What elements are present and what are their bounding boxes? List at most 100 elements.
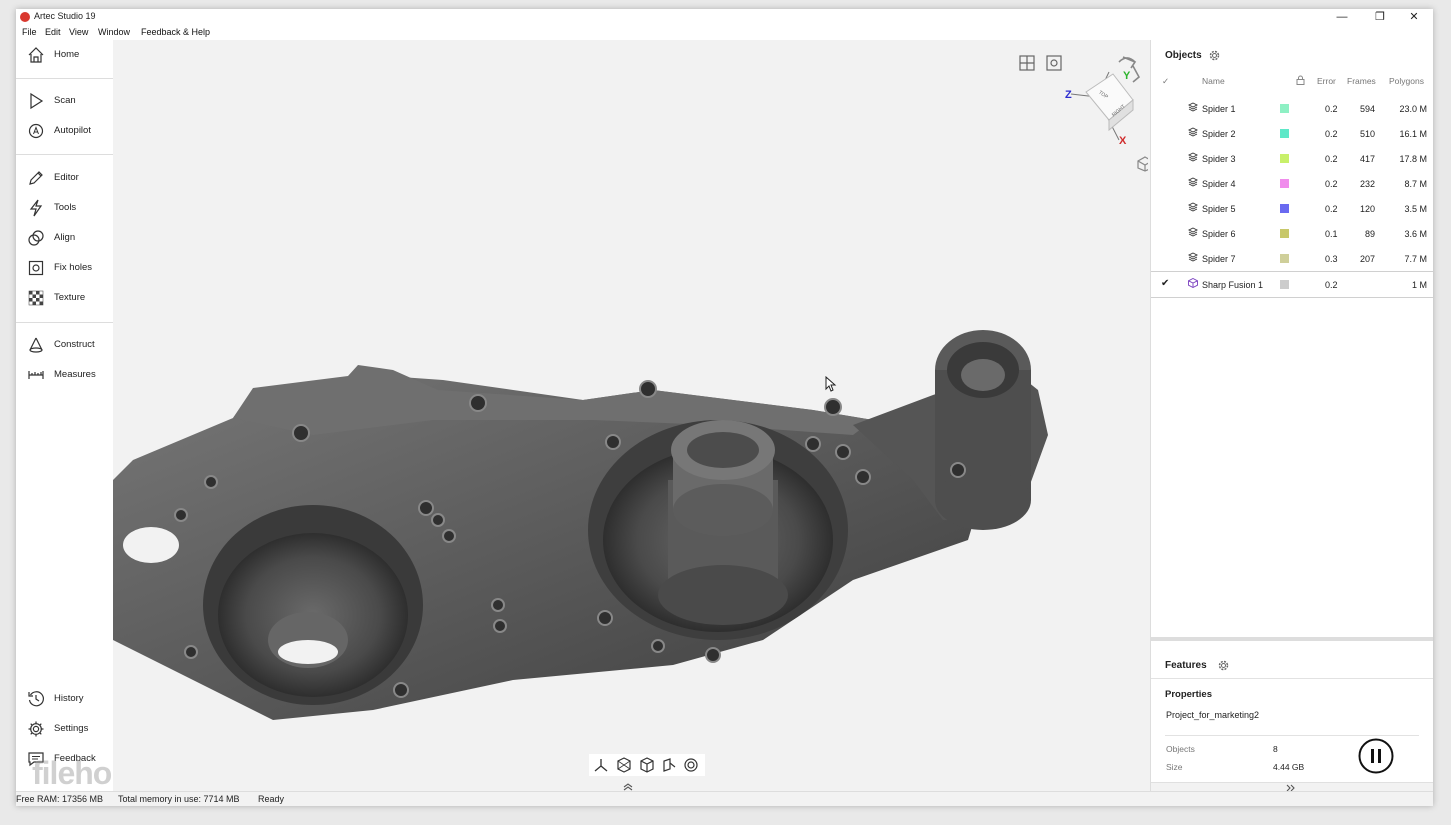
expand-up-icon[interactable]	[621, 783, 635, 791]
nav-align[interactable]: Align	[16, 227, 113, 249]
nav-construct[interactable]: Construct	[16, 334, 113, 356]
column-header-frames[interactable]: Frames	[1347, 76, 1376, 86]
objects-panel-title: Objects	[1165, 50, 1202, 61]
nav-tools[interactable]: Tools	[16, 197, 113, 219]
nav-home[interactable]: Home	[16, 44, 113, 66]
nav-editor[interactable]: Editor	[16, 167, 113, 189]
nav-divider	[16, 154, 113, 155]
object-name: Spider 6	[1202, 229, 1236, 239]
layout-grid-icon[interactable]	[1019, 55, 1035, 71]
menu-view[interactable]: View	[69, 27, 88, 37]
object-color-swatch[interactable]	[1280, 129, 1289, 138]
target-icon[interactable]	[683, 757, 699, 773]
object-name: Spider 2	[1202, 129, 1236, 139]
autopilot-icon	[28, 123, 44, 139]
object-frames: 417	[1359, 154, 1375, 164]
object-color-swatch[interactable]	[1280, 204, 1289, 213]
gear-icon	[28, 721, 44, 737]
object-color-swatch[interactable]	[1280, 229, 1289, 238]
object-polygons: 1 M	[1411, 280, 1427, 290]
nav-settings[interactable]: Settings	[16, 718, 113, 740]
minimize-button[interactable]: —	[1326, 9, 1358, 26]
axis-label-z: Z	[1065, 89, 1072, 101]
scan-layers-icon	[1188, 102, 1198, 112]
properties-title: Properties	[1165, 689, 1212, 700]
features-divider	[1151, 678, 1433, 679]
fit-view-icon[interactable]	[1046, 55, 1062, 71]
object-row[interactable]: ✔ Sharp Fusion 1 0.2 1 M	[1151, 271, 1433, 298]
gear-icon[interactable]	[1218, 660, 1229, 671]
pause-icon[interactable]	[1357, 737, 1395, 775]
3d-viewport[interactable]: Y Z X TOP RIGHT	[113, 40, 1148, 791]
app-title: Artec Studio 19	[34, 11, 96, 21]
object-error: 0.2	[1325, 129, 1338, 139]
restore-button[interactable]: ❐	[1364, 9, 1396, 26]
menu-file[interactable]: File	[22, 27, 37, 37]
orientation-gizmo[interactable]	[1061, 52, 1141, 152]
wireframe-icon[interactable]	[616, 757, 632, 773]
scan-model	[113, 330, 1048, 720]
nav-divider	[16, 78, 113, 79]
object-polygons: 23.0 M	[1399, 104, 1427, 114]
rotate-right-icon[interactable]	[1132, 65, 1141, 83]
object-row[interactable]: Spider 3 0.2 417 17.8 M	[1151, 146, 1433, 171]
solid-cube-icon[interactable]	[639, 757, 655, 773]
column-header-error[interactable]: Error	[1317, 76, 1336, 86]
nav-tools-label: Tools	[54, 202, 77, 213]
menu-edit[interactable]: Edit	[45, 27, 61, 37]
object-error: 0.2	[1325, 280, 1338, 290]
nav-history[interactable]: History	[16, 688, 113, 710]
object-color-swatch[interactable]	[1280, 179, 1289, 188]
view-cube-icon[interactable]	[1137, 156, 1148, 172]
object-row[interactable]: Spider 4 0.2 232 8.7 M	[1151, 171, 1433, 196]
nav-measures-label: Measures	[54, 369, 96, 380]
menu-feedback-help[interactable]: Feedback & Help	[141, 27, 210, 37]
nav-scan-label: Scan	[54, 95, 76, 106]
nav-align-label: Align	[54, 232, 76, 243]
close-button[interactable]: ✕	[1398, 9, 1430, 26]
object-error: 0.3	[1325, 254, 1338, 264]
history-icon	[28, 691, 44, 707]
object-row[interactable]: Spider 6 0.1 89 3.6 M	[1151, 221, 1433, 246]
object-row[interactable]: Spider 5 0.2 120 3.5 M	[1151, 196, 1433, 221]
column-header-name[interactable]: Name	[1202, 76, 1225, 86]
nav-measures[interactable]: Measures	[16, 364, 113, 386]
axis-label-x: X	[1119, 135, 1127, 147]
object-color-swatch[interactable]	[1280, 280, 1289, 289]
nav-fix-holes[interactable]: Fix holes	[16, 257, 113, 279]
mouse-cursor-icon	[825, 376, 837, 392]
app-window: Artec Studio 19 — ❐ ✕ File Edit View Win…	[16, 9, 1433, 806]
object-name: Spider 1	[1202, 104, 1236, 114]
visibility-check-icon[interactable]: ✔	[1161, 278, 1169, 289]
panel-splitter[interactable]	[1151, 637, 1433, 641]
nav-texture[interactable]: Texture	[16, 287, 113, 309]
axes-icon[interactable]	[593, 757, 609, 773]
home-icon	[28, 47, 44, 63]
object-row[interactable]: Spider 2 0.2 510 16.1 M	[1151, 121, 1433, 146]
nav-scan[interactable]: Scan	[16, 90, 113, 112]
object-error: 0.2	[1325, 104, 1338, 114]
nav-autopilot[interactable]: Autopilot	[16, 120, 113, 142]
section-icon[interactable]	[661, 757, 677, 773]
object-color-swatch[interactable]	[1280, 104, 1289, 113]
column-header-polygons[interactable]: Polygons	[1389, 76, 1424, 86]
project-name: Project_for_marketing2	[1166, 710, 1260, 720]
gear-icon[interactable]	[1209, 50, 1220, 61]
app-state-status: Ready	[258, 794, 285, 804]
status-bar: Free RAM: 17356 MB Total memory in use: …	[16, 791, 1433, 806]
object-polygons: 3.5 M	[1404, 204, 1427, 214]
memory-usage-status: Total memory in use: 7714 MB	[118, 794, 240, 804]
size-value: 4.44 GB	[1273, 762, 1305, 772]
scan-layers-icon	[1188, 127, 1198, 137]
object-polygons: 8.7 M	[1404, 179, 1427, 189]
object-frames: 594	[1359, 104, 1375, 114]
texture-icon	[28, 290, 44, 306]
object-row[interactable]: Spider 1 0.2 594 23.0 M	[1151, 96, 1433, 121]
scan-layers-icon	[1188, 252, 1198, 262]
nav-history-label: History	[54, 693, 84, 704]
object-color-swatch[interactable]	[1280, 154, 1289, 163]
object-row[interactable]: Spider 7 0.3 207 7.7 M	[1151, 246, 1433, 271]
menu-window[interactable]: Window	[98, 27, 130, 37]
object-color-swatch[interactable]	[1280, 254, 1289, 263]
fix-holes-icon	[28, 260, 44, 276]
